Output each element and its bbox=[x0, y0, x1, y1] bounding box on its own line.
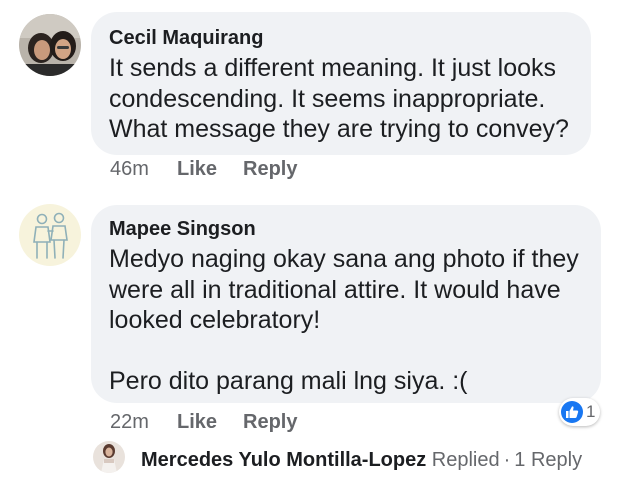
reply-button[interactable]: Reply bbox=[243, 410, 297, 434]
like-button[interactable]: Like bbox=[177, 410, 217, 434]
comment-text-line: What message they are trying to convey? bbox=[109, 115, 569, 143]
replied-label: Replied bbox=[431, 449, 500, 471]
replier-avatar[interactable] bbox=[93, 441, 125, 473]
view-replies-link[interactable]: Mercedes Yulo Montilla-Lopez Replied · 1 R… bbox=[141, 448, 582, 472]
comment-text-line: Medyo naging okay sana ang photo if they bbox=[109, 245, 579, 273]
replier-name: Mercedes Yulo Montilla-Lopez bbox=[141, 449, 427, 471]
comment-bubble: Mapee Singson Medyo naging okay sana ang… bbox=[91, 205, 601, 403]
comment-text-line: condescending. It seems inappropriate. bbox=[109, 84, 546, 113]
reaction-count: 1 bbox=[586, 402, 596, 421]
comment-author[interactable]: Cecil Maquirang bbox=[109, 26, 591, 50]
comment-actions: 22m Like Reply bbox=[110, 410, 410, 434]
like-reaction-icon bbox=[561, 401, 583, 423]
comment-text-line: looked celebratory! bbox=[109, 306, 321, 334]
comment-bubble: Cecil Maquirang It sends a different mea… bbox=[91, 12, 591, 155]
commenter-avatar[interactable] bbox=[19, 204, 81, 266]
reaction-summary[interactable]: 1 bbox=[559, 398, 601, 426]
comment-text-line: were all in traditional attire. It would… bbox=[109, 275, 561, 304]
profile-photo-icon bbox=[19, 14, 81, 76]
commenter-avatar[interactable] bbox=[19, 14, 81, 76]
comment-actions: 46m Like Reply bbox=[110, 157, 410, 181]
comment-timestamp[interactable]: 46m bbox=[110, 157, 149, 181]
couple-illustration-icon bbox=[19, 204, 81, 266]
reply-count: 1 Reply bbox=[514, 449, 583, 471]
reply-button[interactable]: Reply bbox=[243, 157, 297, 181]
like-button[interactable]: Like bbox=[177, 157, 217, 181]
comment-text-line: Pero dito parang mali lng siya. :( bbox=[109, 367, 468, 395]
comment-author[interactable]: Mapee Singson bbox=[109, 217, 601, 241]
comment-text-line: It sends a different meaning. It just lo… bbox=[109, 54, 557, 82]
comment-timestamp[interactable]: 22m bbox=[110, 410, 149, 434]
separator: · bbox=[503, 449, 511, 471]
comment-blank-line bbox=[109, 336, 601, 367]
profile-photo-icon bbox=[93, 441, 125, 473]
